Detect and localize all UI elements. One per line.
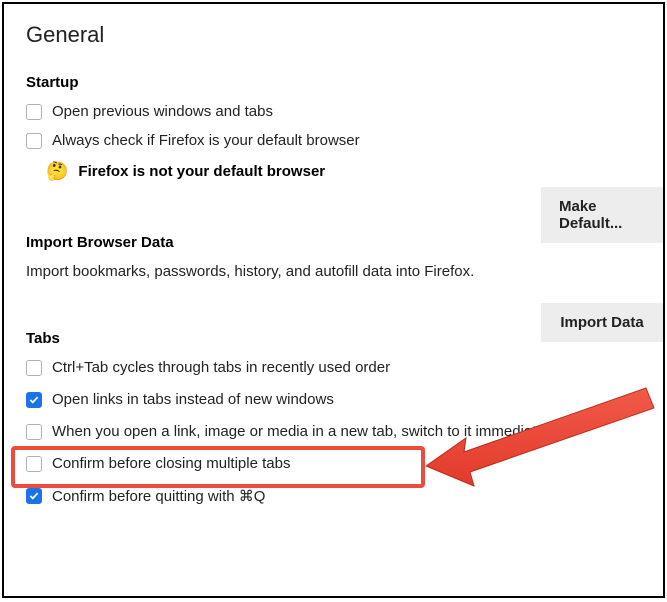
general-settings-panel: General Startup Open previous windows an… (2, 2, 665, 598)
checkbox-confirm-close[interactable] (26, 456, 42, 472)
section-tabs: Tabs Ctrl+Tab cycles through tabs in rec… (26, 330, 663, 505)
checkbox-switch[interactable] (26, 424, 42, 440)
tabs-openlinks-row[interactable]: Open links in tabs instead of new window… (26, 391, 663, 408)
checkbox-always-check[interactable] (26, 133, 42, 149)
label-open-previous: Open previous windows and tabs (52, 103, 273, 120)
startup-always-check-row[interactable]: Always check if Firefox is your default … (26, 132, 663, 149)
label-switch: When you open a link, image or media in … (52, 423, 556, 440)
page-title: General (26, 22, 663, 48)
label-openlinks: Open links in tabs instead of new window… (52, 391, 334, 408)
make-default-button[interactable]: Make Default... (541, 187, 663, 243)
not-default-row: 🤔 Firefox is not your default browser (46, 161, 663, 182)
tabs-confirm-quit-row[interactable]: Confirm before quitting with ⌘Q (26, 487, 663, 505)
import-desc: Import bookmarks, passwords, history, an… (26, 263, 663, 280)
checkbox-ctrltab[interactable] (26, 360, 42, 376)
label-ctrltab: Ctrl+Tab cycles through tabs in recently… (52, 359, 390, 376)
startup-open-previous-row[interactable]: Open previous windows and tabs (26, 103, 663, 120)
startup-header: Startup (26, 74, 663, 91)
checkbox-open-previous[interactable] (26, 104, 42, 120)
not-default-text: Firefox is not your default browser (78, 163, 325, 180)
import-data-button[interactable]: Import Data (541, 303, 663, 342)
check-icon (29, 396, 39, 404)
label-confirm-quit: Confirm before quitting with ⌘Q (52, 487, 265, 505)
thinking-face-icon: 🤔 (46, 161, 68, 182)
tabs-switch-row[interactable]: When you open a link, image or media in … (26, 423, 663, 440)
check-icon (29, 492, 39, 500)
section-startup: Startup Open previous windows and tabs A… (26, 74, 663, 182)
checkbox-confirm-quit[interactable] (26, 488, 42, 504)
checkbox-openlinks[interactable] (26, 392, 42, 408)
label-confirm-close: Confirm before closing multiple tabs (52, 455, 290, 472)
tabs-ctrltab-row[interactable]: Ctrl+Tab cycles through tabs in recently… (26, 359, 663, 376)
tabs-confirm-close-row[interactable]: Confirm before closing multiple tabs (26, 455, 663, 472)
label-always-check: Always check if Firefox is your default … (52, 132, 360, 149)
